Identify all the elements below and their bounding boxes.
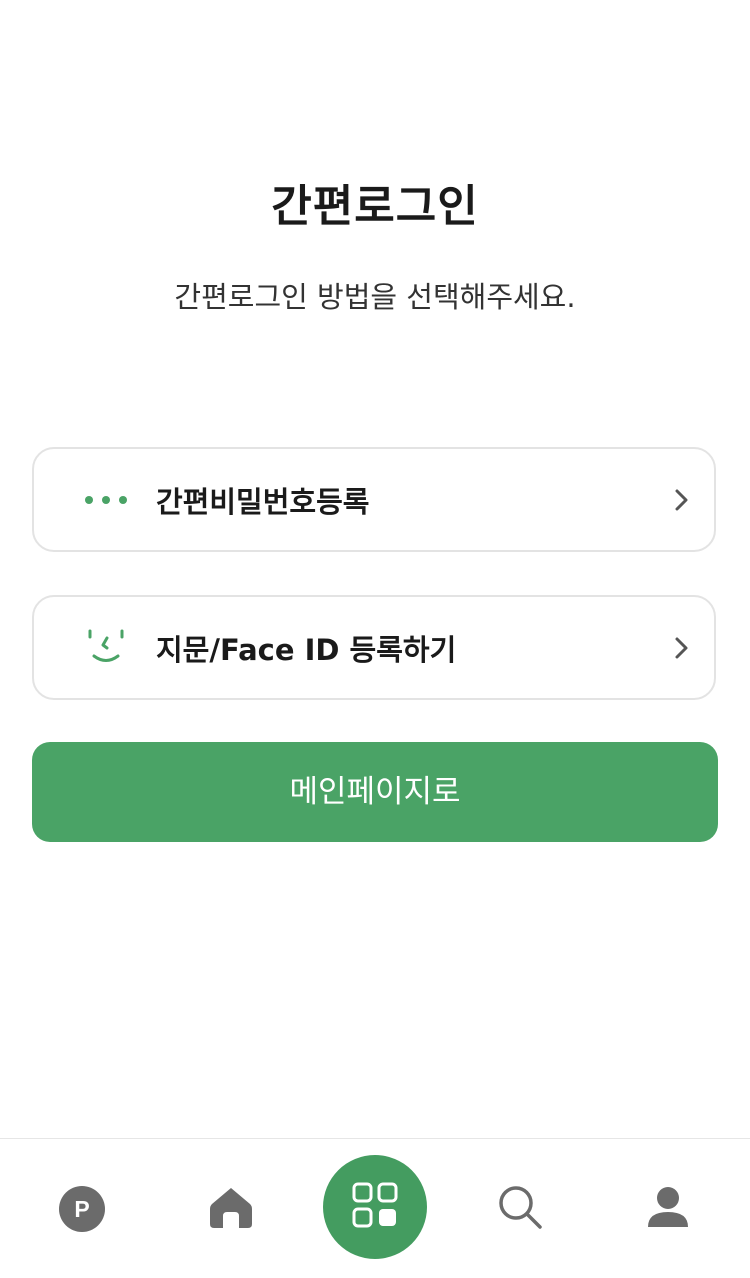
tab-all-menu[interactable] [323,1155,427,1259]
tab-home[interactable] [191,1139,271,1278]
menu-grid-icon [352,1182,398,1232]
option-label: 간편비밀번호등록 [156,484,370,519]
profile-icon [646,1185,690,1233]
register-simple-password-option[interactable]: 간편비밀번호등록 [32,447,716,552]
option-label: 지문/Face ID 등록하기 [156,632,457,667]
home-icon [208,1184,254,1234]
points-badge-label: P [74,1195,90,1222]
tab-profile[interactable] [628,1139,708,1278]
register-biometric-option[interactable]: 지문/Face ID 등록하기 [32,595,716,700]
go-to-main-page-button[interactable]: 메인페이지로 [32,742,718,842]
points-icon: P [59,1186,105,1232]
page-title: 간편로그인 [271,181,479,232]
chevron-right-icon [672,635,692,661]
face-id-icon [84,628,128,668]
chevron-right-icon [672,487,692,513]
password-dots-icon [84,480,128,520]
simple-login-page: 간편로그인 간편로그인 방법을 선택해주세요. 간편비밀번호등록 지문/Face… [0,0,750,1278]
tab-search[interactable] [480,1139,560,1278]
tab-points[interactable]: P [42,1139,122,1278]
search-icon [497,1184,543,1234]
page-subtitle: 간편로그인 방법을 선택해주세요. [174,280,576,314]
